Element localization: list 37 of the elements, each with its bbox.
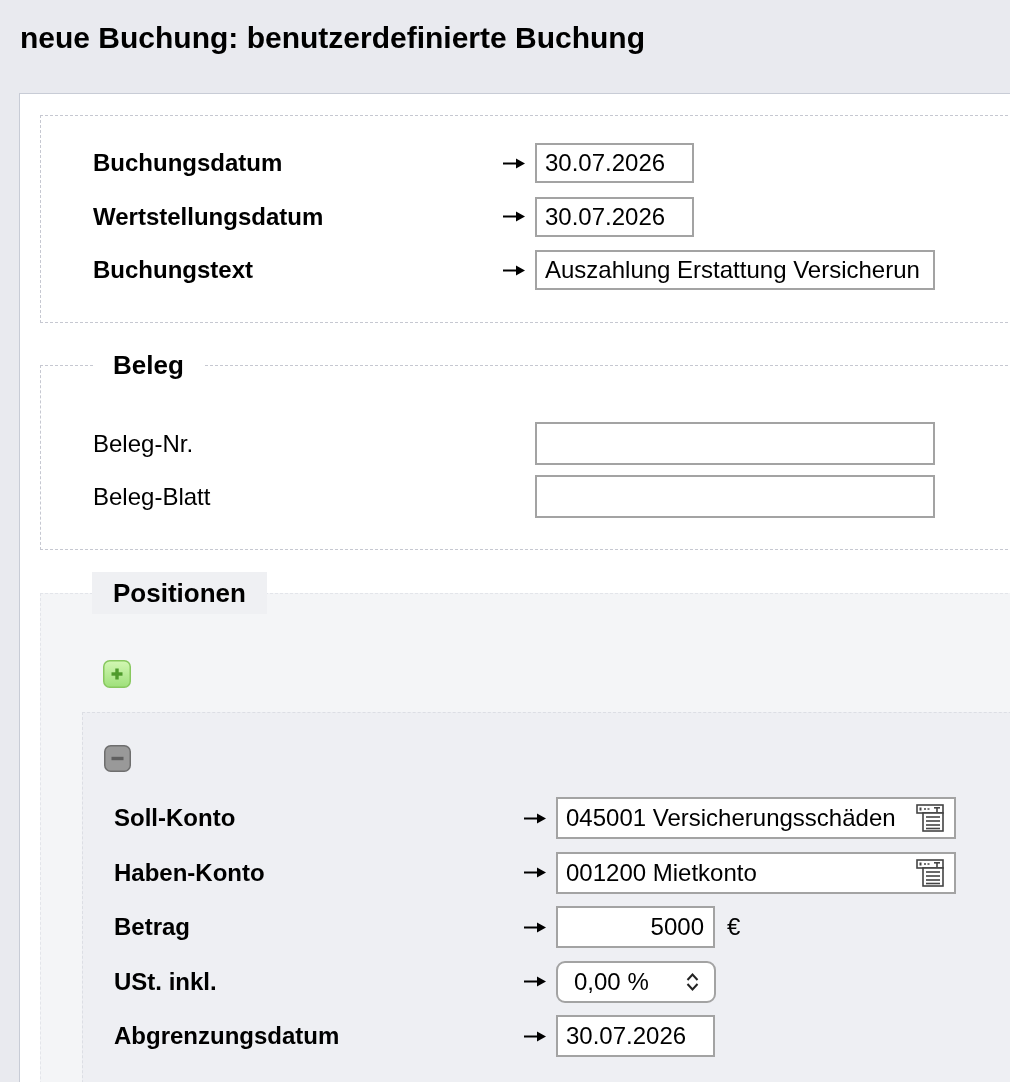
arrow-icon: [524, 1030, 546, 1042]
list-icon[interactable]: [916, 858, 944, 887]
date-field[interactable]: 30.07.2026: [535, 196, 694, 237]
arrow-icon: [503, 211, 525, 222]
amount-field[interactable]: 5000: [556, 906, 715, 948]
page-title: neue Buchung: benutzerdefinierte Buchung: [20, 20, 645, 56]
minus-icon[interactable]: [104, 745, 131, 772]
text-field[interactable]: [535, 422, 935, 465]
account-field[interactable]: 001200 Mietkonto: [556, 851, 956, 894]
text-field[interactable]: Auszahlung Erstattung Versicherun: [535, 250, 935, 290]
arrow-icon: [524, 812, 546, 824]
vat-select[interactable]: 0,00 %: [556, 960, 716, 1003]
arrow-icon: [503, 157, 525, 169]
arrow-icon: [503, 264, 525, 276]
section-legend: Positionen: [92, 572, 267, 614]
arrow-icon: [524, 867, 546, 878]
field-label: Beleg-Nr.: [93, 429, 194, 458]
field-label: Beleg-Blatt: [93, 482, 211, 511]
field-label: Wertstellungsdatum: [93, 202, 324, 231]
field-label: Abgrenzungsdatum: [114, 1022, 340, 1050]
field-label: Soll-Konto: [114, 804, 236, 832]
chevron-icon: [686, 971, 699, 992]
arrow-icon: [524, 921, 546, 933]
list-icon[interactable]: [916, 804, 944, 832]
text-field[interactable]: [535, 475, 935, 518]
field-label: USt. inkl.: [114, 967, 217, 996]
field-label: Buchungstext: [93, 256, 253, 284]
currency-unit: €: [727, 913, 741, 941]
arrow-icon: [524, 976, 546, 987]
plus-icon[interactable]: [103, 660, 131, 688]
date-field[interactable]: 30.07.2026: [556, 1015, 715, 1057]
field-label: Haben-Konto: [114, 858, 265, 887]
field-label: Betrag: [114, 913, 191, 941]
account-field[interactable]: 045001 Versicherungsschäden: [556, 797, 956, 839]
section-legend: Beleg: [93, 350, 204, 380]
field-label: Buchungsdatum: [93, 149, 283, 177]
date-field[interactable]: 30.07.2026: [535, 143, 694, 183]
